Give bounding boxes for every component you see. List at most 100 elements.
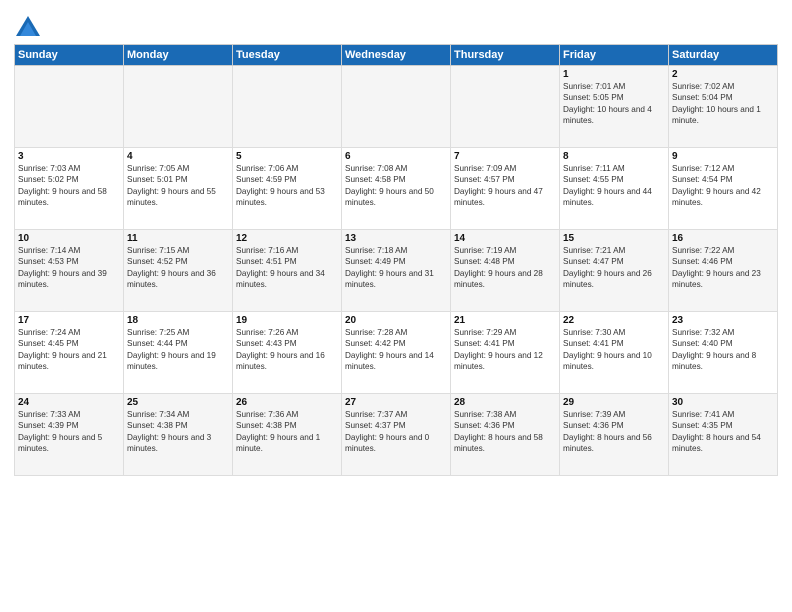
cell-info: Daylight: 10 hours and 4 minutes. [563,104,665,127]
header-day-thursday: Thursday [451,45,560,66]
cell-info: Daylight: 8 hours and 54 minutes. [672,432,774,455]
cell-info: Daylight: 9 hours and 26 minutes. [563,268,665,291]
header-day-monday: Monday [124,45,233,66]
cell-info: Sunset: 4:43 PM [236,338,338,349]
week-row-2: 3Sunrise: 7:03 AMSunset: 5:02 PMDaylight… [15,148,778,230]
cell-info: Sunset: 4:36 PM [454,420,556,431]
cell-info: Sunrise: 7:15 AM [127,245,229,256]
calendar-cell: 10Sunrise: 7:14 AMSunset: 4:53 PMDayligh… [15,230,124,312]
cell-info: Sunrise: 7:19 AM [454,245,556,256]
cell-info: Sunrise: 7:05 AM [127,163,229,174]
calendar-cell [451,66,560,148]
calendar-cell: 25Sunrise: 7:34 AMSunset: 4:38 PMDayligh… [124,394,233,476]
cell-info: Daylight: 10 hours and 1 minute. [672,104,774,127]
cell-info: Sunrise: 7:37 AM [345,409,447,420]
cell-info: Sunrise: 7:34 AM [127,409,229,420]
calendar-cell: 13Sunrise: 7:18 AMSunset: 4:49 PMDayligh… [342,230,451,312]
cell-info: Sunset: 5:04 PM [672,92,774,103]
day-number: 28 [454,397,556,408]
cell-info: Sunrise: 7:08 AM [345,163,447,174]
header-row: SundayMondayTuesdayWednesdayThursdayFrid… [15,45,778,66]
calendar-cell [15,66,124,148]
cell-info: Sunrise: 7:28 AM [345,327,447,338]
cell-info: Sunrise: 7:02 AM [672,81,774,92]
header-day-wednesday: Wednesday [342,45,451,66]
calendar-cell: 9Sunrise: 7:12 AMSunset: 4:54 PMDaylight… [669,148,778,230]
cell-info: Daylight: 9 hours and 3 minutes. [127,432,229,455]
cell-info: Sunset: 4:38 PM [236,420,338,431]
cell-info: Sunrise: 7:30 AM [563,327,665,338]
calendar-cell: 17Sunrise: 7:24 AMSunset: 4:45 PMDayligh… [15,312,124,394]
cell-info: Sunrise: 7:18 AM [345,245,447,256]
cell-info: Sunset: 4:48 PM [454,256,556,267]
cell-info: Daylight: 9 hours and 19 minutes. [127,350,229,373]
logo [14,14,46,42]
cell-info: Daylight: 9 hours and 36 minutes. [127,268,229,291]
day-number: 1 [563,69,665,80]
cell-info: Sunrise: 7:39 AM [563,409,665,420]
cell-info: Daylight: 9 hours and 14 minutes. [345,350,447,373]
calendar-cell: 18Sunrise: 7:25 AMSunset: 4:44 PMDayligh… [124,312,233,394]
calendar-cell: 19Sunrise: 7:26 AMSunset: 4:43 PMDayligh… [233,312,342,394]
cell-info: Sunset: 4:47 PM [563,256,665,267]
cell-info: Daylight: 8 hours and 56 minutes. [563,432,665,455]
day-number: 18 [127,315,229,326]
page-header [14,10,778,42]
day-number: 27 [345,397,447,408]
day-number: 29 [563,397,665,408]
day-number: 23 [672,315,774,326]
day-number: 12 [236,233,338,244]
cell-info: Daylight: 9 hours and 31 minutes. [345,268,447,291]
cell-info: Sunrise: 7:11 AM [563,163,665,174]
calendar-cell [233,66,342,148]
calendar-cell: 29Sunrise: 7:39 AMSunset: 4:36 PMDayligh… [560,394,669,476]
day-number: 24 [18,397,120,408]
cell-info: Sunset: 4:59 PM [236,174,338,185]
logo-icon [14,14,42,42]
day-number: 19 [236,315,338,326]
day-number: 9 [672,151,774,162]
calendar-cell: 28Sunrise: 7:38 AMSunset: 4:36 PMDayligh… [451,394,560,476]
calendar-cell: 6Sunrise: 7:08 AMSunset: 4:58 PMDaylight… [342,148,451,230]
cell-info: Sunrise: 7:41 AM [672,409,774,420]
cell-info: Daylight: 9 hours and 28 minutes. [454,268,556,291]
calendar-cell: 15Sunrise: 7:21 AMSunset: 4:47 PMDayligh… [560,230,669,312]
cell-info: Daylight: 9 hours and 23 minutes. [672,268,774,291]
cell-info: Sunrise: 7:03 AM [18,163,120,174]
calendar-cell: 16Sunrise: 7:22 AMSunset: 4:46 PMDayligh… [669,230,778,312]
cell-info: Daylight: 9 hours and 21 minutes. [18,350,120,373]
header-day-friday: Friday [560,45,669,66]
cell-info: Sunset: 4:41 PM [563,338,665,349]
header-day-tuesday: Tuesday [233,45,342,66]
day-number: 17 [18,315,120,326]
day-number: 20 [345,315,447,326]
cell-info: Sunrise: 7:29 AM [454,327,556,338]
day-number: 10 [18,233,120,244]
day-number: 25 [127,397,229,408]
header-day-saturday: Saturday [669,45,778,66]
cell-info: Sunrise: 7:14 AM [18,245,120,256]
cell-info: Sunrise: 7:22 AM [672,245,774,256]
cell-info: Daylight: 9 hours and 55 minutes. [127,186,229,209]
page-container: SundayMondayTuesdayWednesdayThursdayFrid… [0,0,792,482]
day-number: 14 [454,233,556,244]
cell-info: Daylight: 9 hours and 53 minutes. [236,186,338,209]
cell-info: Daylight: 9 hours and 0 minutes. [345,432,447,455]
calendar-cell: 23Sunrise: 7:32 AMSunset: 4:40 PMDayligh… [669,312,778,394]
header-day-sunday: Sunday [15,45,124,66]
cell-info: Sunset: 4:37 PM [345,420,447,431]
calendar-cell: 24Sunrise: 7:33 AMSunset: 4:39 PMDayligh… [15,394,124,476]
calendar-cell: 12Sunrise: 7:16 AMSunset: 4:51 PMDayligh… [233,230,342,312]
day-number: 4 [127,151,229,162]
day-number: 13 [345,233,447,244]
day-number: 2 [672,69,774,80]
calendar-cell: 22Sunrise: 7:30 AMSunset: 4:41 PMDayligh… [560,312,669,394]
day-number: 16 [672,233,774,244]
cell-info: Daylight: 9 hours and 8 minutes. [672,350,774,373]
cell-info: Sunset: 4:51 PM [236,256,338,267]
cell-info: Sunset: 4:44 PM [127,338,229,349]
cell-info: Sunset: 4:53 PM [18,256,120,267]
cell-info: Sunset: 4:38 PM [127,420,229,431]
cell-info: Sunrise: 7:09 AM [454,163,556,174]
calendar-cell: 7Sunrise: 7:09 AMSunset: 4:57 PMDaylight… [451,148,560,230]
